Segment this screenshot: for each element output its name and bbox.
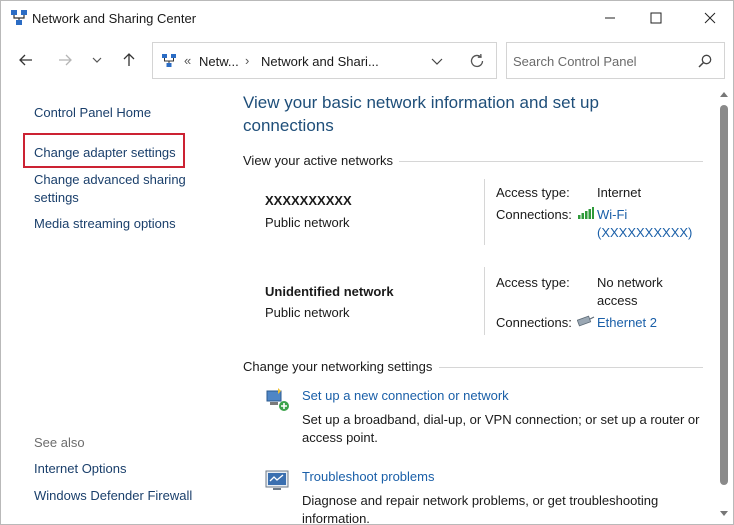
- section-divider: [439, 367, 703, 368]
- wifi-signal-icon: [578, 207, 594, 219]
- minimize-button[interactable]: [587, 1, 633, 35]
- recent-locations-button[interactable]: [85, 48, 109, 72]
- troubleshoot-icon: [265, 470, 289, 490]
- network-sharing-window: Network and Sharing Center « Netw... › N…: [0, 0, 734, 525]
- page-title: View your basic network information and …: [243, 93, 599, 135]
- access-type-label: Access type:: [496, 275, 570, 290]
- back-button[interactable]: [14, 48, 38, 72]
- refresh-icon[interactable]: [468, 52, 486, 70]
- wifi-connection-link[interactable]: Wi-Fi (XXXXXXXXXX): [597, 206, 697, 242]
- scroll-up-icon[interactable]: [720, 91, 728, 97]
- network-center-icon: [11, 10, 27, 25]
- network-type[interactable]: Public network: [265, 305, 350, 320]
- internet-options-link[interactable]: Internet Options: [34, 460, 127, 478]
- arrow-up-icon: [123, 53, 135, 66]
- maximize-icon: [650, 12, 662, 24]
- network-icon: [162, 54, 176, 67]
- network-name: XXXXXXXXXX: [265, 193, 352, 208]
- scroll-down-icon[interactable]: [720, 511, 728, 517]
- scrollbar-thumb[interactable]: [720, 105, 728, 485]
- control-panel-home-link[interactable]: Control Panel Home: [34, 104, 151, 122]
- arrow-left-icon: [19, 54, 32, 66]
- troubleshoot-description: Diagnose and repair network problems, or…: [302, 493, 659, 525]
- ethernet-connection-link[interactable]: Ethernet 2: [597, 314, 657, 332]
- access-type-label: Access type:: [496, 185, 570, 200]
- see-also-heading: See also: [34, 435, 85, 450]
- chevron-down-icon: [92, 57, 102, 63]
- close-button[interactable]: [687, 1, 733, 35]
- change-advanced-sharing-link[interactable]: Change advanced sharing settings: [34, 171, 194, 207]
- firewall-link[interactable]: Windows Defender Firewall: [34, 487, 192, 505]
- change-adapter-settings-link[interactable]: Change adapter settings: [34, 144, 176, 162]
- active-networks-header: View your active networks: [243, 153, 394, 168]
- minimize-icon: [605, 17, 615, 19]
- maximize-button[interactable]: [633, 1, 679, 35]
- breadcrumb-network-sharing[interactable]: Network and Shari...: [261, 54, 379, 69]
- vertical-divider: [484, 267, 485, 335]
- title-bar: Network and Sharing Center: [1, 1, 733, 35]
- new-connection-link[interactable]: Set up a new connection or network: [302, 388, 509, 403]
- access-type-value: No network access: [597, 275, 663, 308]
- connections-label: Connections:: [496, 207, 572, 222]
- network-type[interactable]: Public network: [265, 215, 350, 230]
- media-streaming-link[interactable]: Media streaming options: [34, 215, 176, 233]
- new-connection-icon: [266, 388, 289, 411]
- arrow-right-icon: [59, 54, 72, 66]
- close-icon: [704, 12, 716, 24]
- vertical-divider: [484, 179, 485, 245]
- search-box[interactable]: [506, 42, 725, 79]
- search-icon[interactable]: [697, 53, 713, 69]
- up-button[interactable]: [117, 48, 141, 72]
- section-divider: [399, 161, 703, 162]
- overflow-chevrons[interactable]: «: [184, 53, 191, 68]
- ethernet-icon: [577, 315, 595, 327]
- search-input[interactable]: [513, 52, 693, 70]
- address-bar[interactable]: « Netw... › Network and Shari...: [152, 42, 497, 79]
- window-title: Network and Sharing Center: [32, 11, 197, 26]
- breadcrumb-separator: ›: [245, 53, 250, 68]
- troubleshoot-link[interactable]: Troubleshoot problems: [302, 469, 434, 484]
- connections-label: Connections:: [496, 315, 572, 330]
- breadcrumb-network[interactable]: Netw...: [199, 54, 239, 69]
- change-settings-header: Change your networking settings: [243, 359, 433, 374]
- network-name: Unidentified network: [265, 284, 394, 299]
- chevron-down-icon[interactable]: [429, 53, 445, 69]
- forward-button[interactable]: [53, 48, 77, 72]
- access-type-value: Internet: [597, 185, 642, 200]
- new-connection-description: Set up a broadband, dial-up, or VPN conn…: [302, 412, 700, 445]
